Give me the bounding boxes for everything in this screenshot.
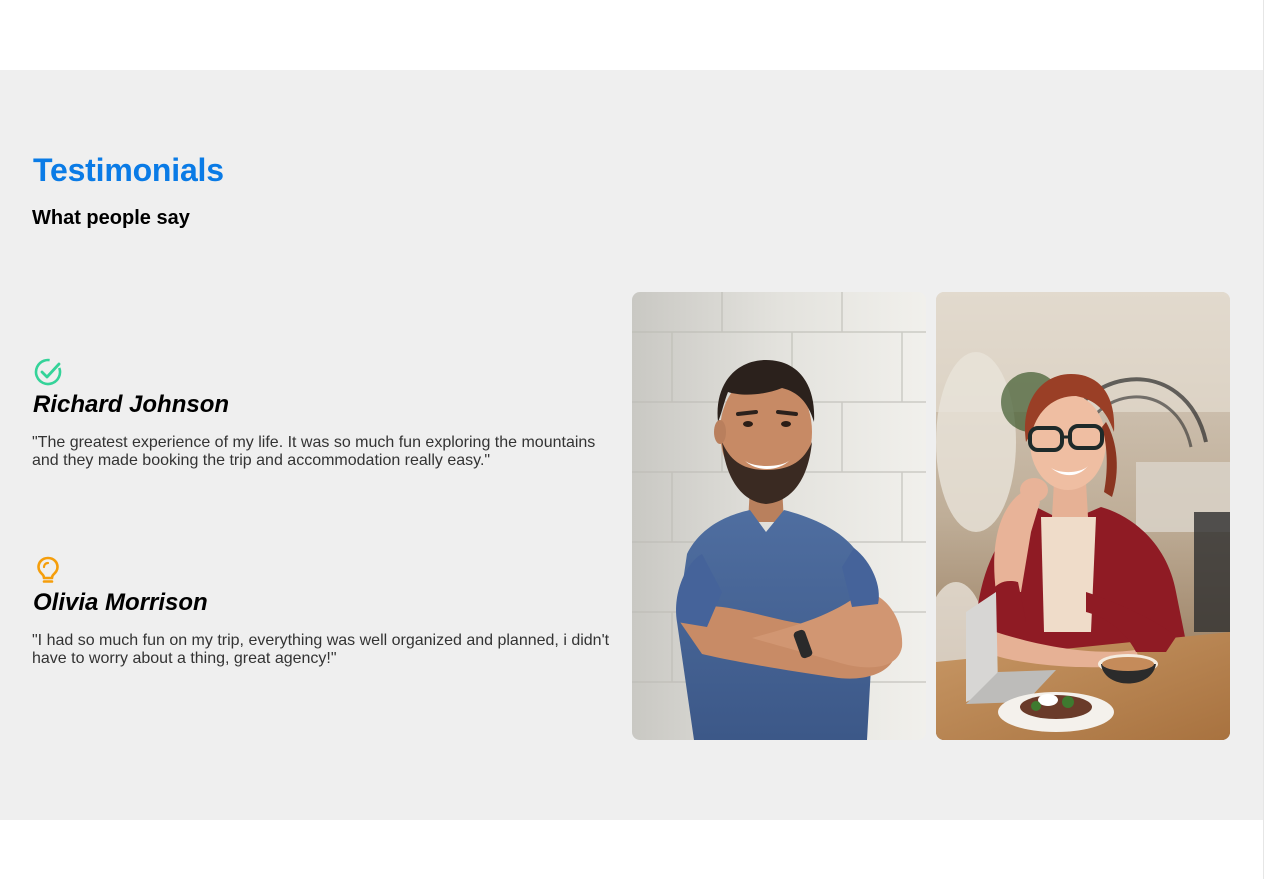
- testimonial-quote: "I had so much fun on my trip, everythin…: [32, 632, 610, 667]
- testimonial-author-name: Olivia Morrison: [33, 589, 208, 616]
- testimonial-quote: "The greatest experience of my life. It …: [32, 434, 596, 469]
- section-title: Testimonials: [33, 152, 224, 188]
- testimonial-photo-woman: [936, 292, 1230, 740]
- testimonial-photo-man: [632, 292, 926, 740]
- section-subtitle: What people say: [32, 207, 190, 229]
- testimonial-author-name: Richard Johnson: [33, 391, 230, 418]
- lightbulb-icon: [37, 556, 59, 583]
- testimonials-section: Testimonials What people say Richard Joh…: [0, 70, 1263, 820]
- testimonial-card: Richard Johnson "The greatest experience…: [32, 357, 612, 470]
- check-circle-icon: [34, 358, 62, 386]
- testimonial-card: Olivia Morrison "I had so much fun on my…: [32, 555, 612, 668]
